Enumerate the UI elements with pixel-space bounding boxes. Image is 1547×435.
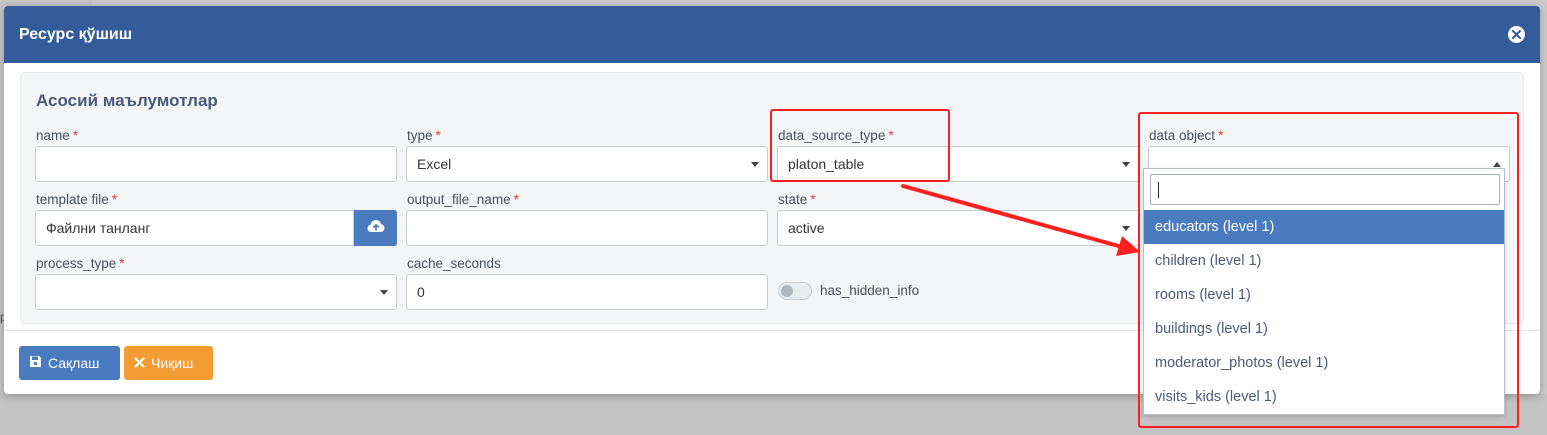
annotation-arrow [901, 184, 1140, 256]
